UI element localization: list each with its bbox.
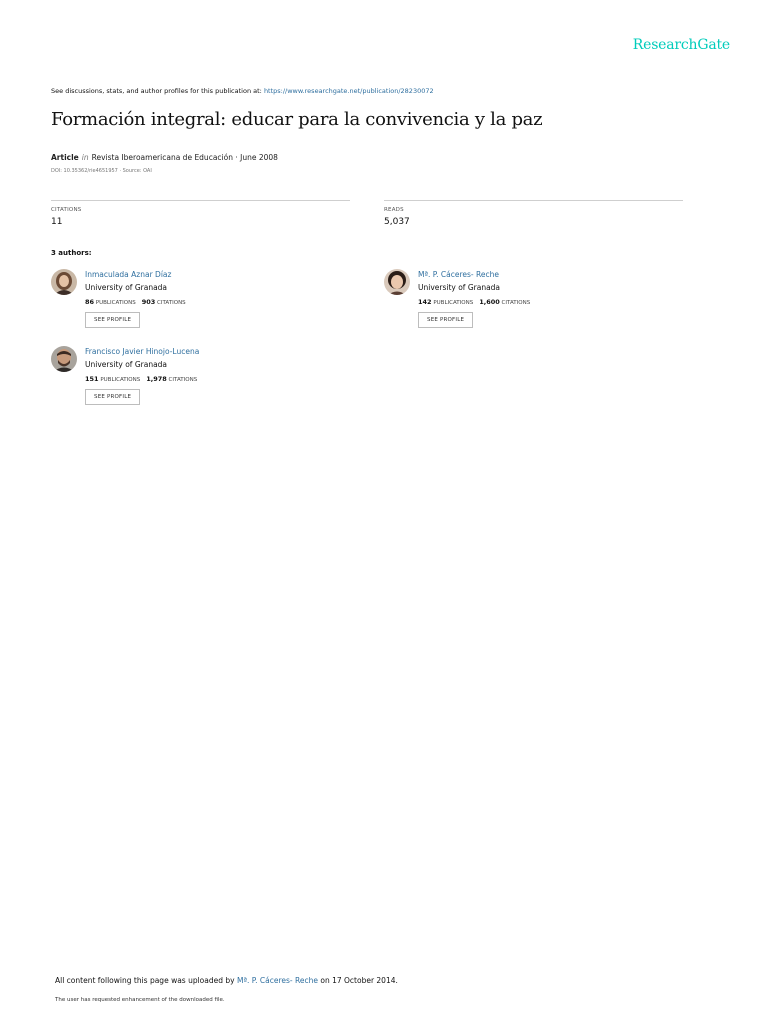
discussion-line: See discussions, stats, and author profi… <box>51 87 434 95</box>
citations-count: 1,600 <box>479 298 500 306</box>
publications-label: PUBLICATIONS <box>95 300 136 306</box>
citations-label: CITATIONS <box>501 300 531 306</box>
citations-value: 11 <box>51 217 63 227</box>
author-avatar[interactable] <box>384 269 410 295</box>
citations-label: CITATIONS <box>157 300 186 306</box>
publications-label: PUBLICATIONS <box>100 377 141 383</box>
publications-count: 142 <box>418 298 432 306</box>
author-name[interactable]: Inmaculada Aznar Díaz <box>85 270 186 279</box>
authors-heading: 3 authors: <box>51 249 92 257</box>
reads-label: READS <box>384 207 404 213</box>
enhancement-note: The user has requested enhancement of th… <box>55 997 225 1003</box>
citations-stat: CITATIONS 11 <box>51 200 350 227</box>
avatar-photo-icon <box>51 269 77 295</box>
publications-count: 151 <box>85 375 99 383</box>
publications-count: 86 <box>85 298 95 306</box>
publications-label: PUBLICATIONS <box>433 300 474 306</box>
author-avatar[interactable] <box>51 346 77 372</box>
citations-label: CITATIONS <box>51 207 82 213</box>
in-word: in <box>81 153 89 162</box>
author-institution: University of Granada <box>85 360 168 369</box>
avatar-photo-icon <box>51 346 77 372</box>
author-name[interactable]: Francisco Javier Hinojo-Lucena <box>85 347 199 356</box>
author-institution: University of Granada <box>85 283 168 292</box>
see-profile-button[interactable]: SEE PROFILE <box>85 312 141 328</box>
author-avatar[interactable] <box>51 269 77 295</box>
author-info: Inmaculada Aznar Díaz University of Gran… <box>85 270 186 328</box>
see-profile-button[interactable]: SEE PROFILE <box>418 312 474 328</box>
article-title: Formación integral: educar para la convi… <box>51 109 543 130</box>
article-type: Article <box>51 153 79 162</box>
upload-prefix: All content following this page was uplo… <box>55 976 237 985</box>
author-institution: University of Granada <box>418 283 501 292</box>
journal-date: Revista Iberoamericana de Educación · Ju… <box>91 153 278 162</box>
discussion-prefix: See discussions, stats, and author profi… <box>51 87 264 95</box>
author-info: Francisco Javier Hinojo-Lucena Universit… <box>85 347 199 405</box>
citations-label: CITATIONS <box>168 377 198 383</box>
upload-suffix: on 17 October 2014. <box>317 976 398 985</box>
author-stats: 86 PUBLICATIONS 903 CITATIONS <box>85 298 186 306</box>
see-profile-button[interactable]: SEE PROFILE <box>85 389 141 405</box>
author-info: Mª. P. Cáceres- Reche University of Gran… <box>418 270 530 328</box>
publication-link[interactable]: https://www.researchgate.net/publication… <box>264 87 434 95</box>
upload-notice: All content following this page was uplo… <box>55 976 398 985</box>
article-meta: Article in Revista Iberoamericana de Educa… <box>51 153 278 162</box>
author-stats: 142 PUBLICATIONS 1,600 CITATIONS <box>418 298 530 306</box>
doi-source: DOI: 10.35362/rie4651957 · Source: OAI <box>51 168 152 174</box>
author-stats: 151 PUBLICATIONS 1,978 CITATIONS <box>85 375 199 383</box>
reads-value: 5,037 <box>384 217 410 227</box>
citations-count: 903 <box>141 298 156 306</box>
avatar-photo-icon <box>384 269 410 295</box>
citations-count: 1,978 <box>146 375 167 383</box>
author-name[interactable]: Mª. P. Cáceres- Reche <box>418 270 530 279</box>
researchgate-logo[interactable]: ResearchGate <box>633 37 730 53</box>
uploader-link[interactable]: Mª. P. Cáceres- Reche <box>237 976 318 985</box>
reads-stat: READS 5,037 <box>384 200 683 227</box>
